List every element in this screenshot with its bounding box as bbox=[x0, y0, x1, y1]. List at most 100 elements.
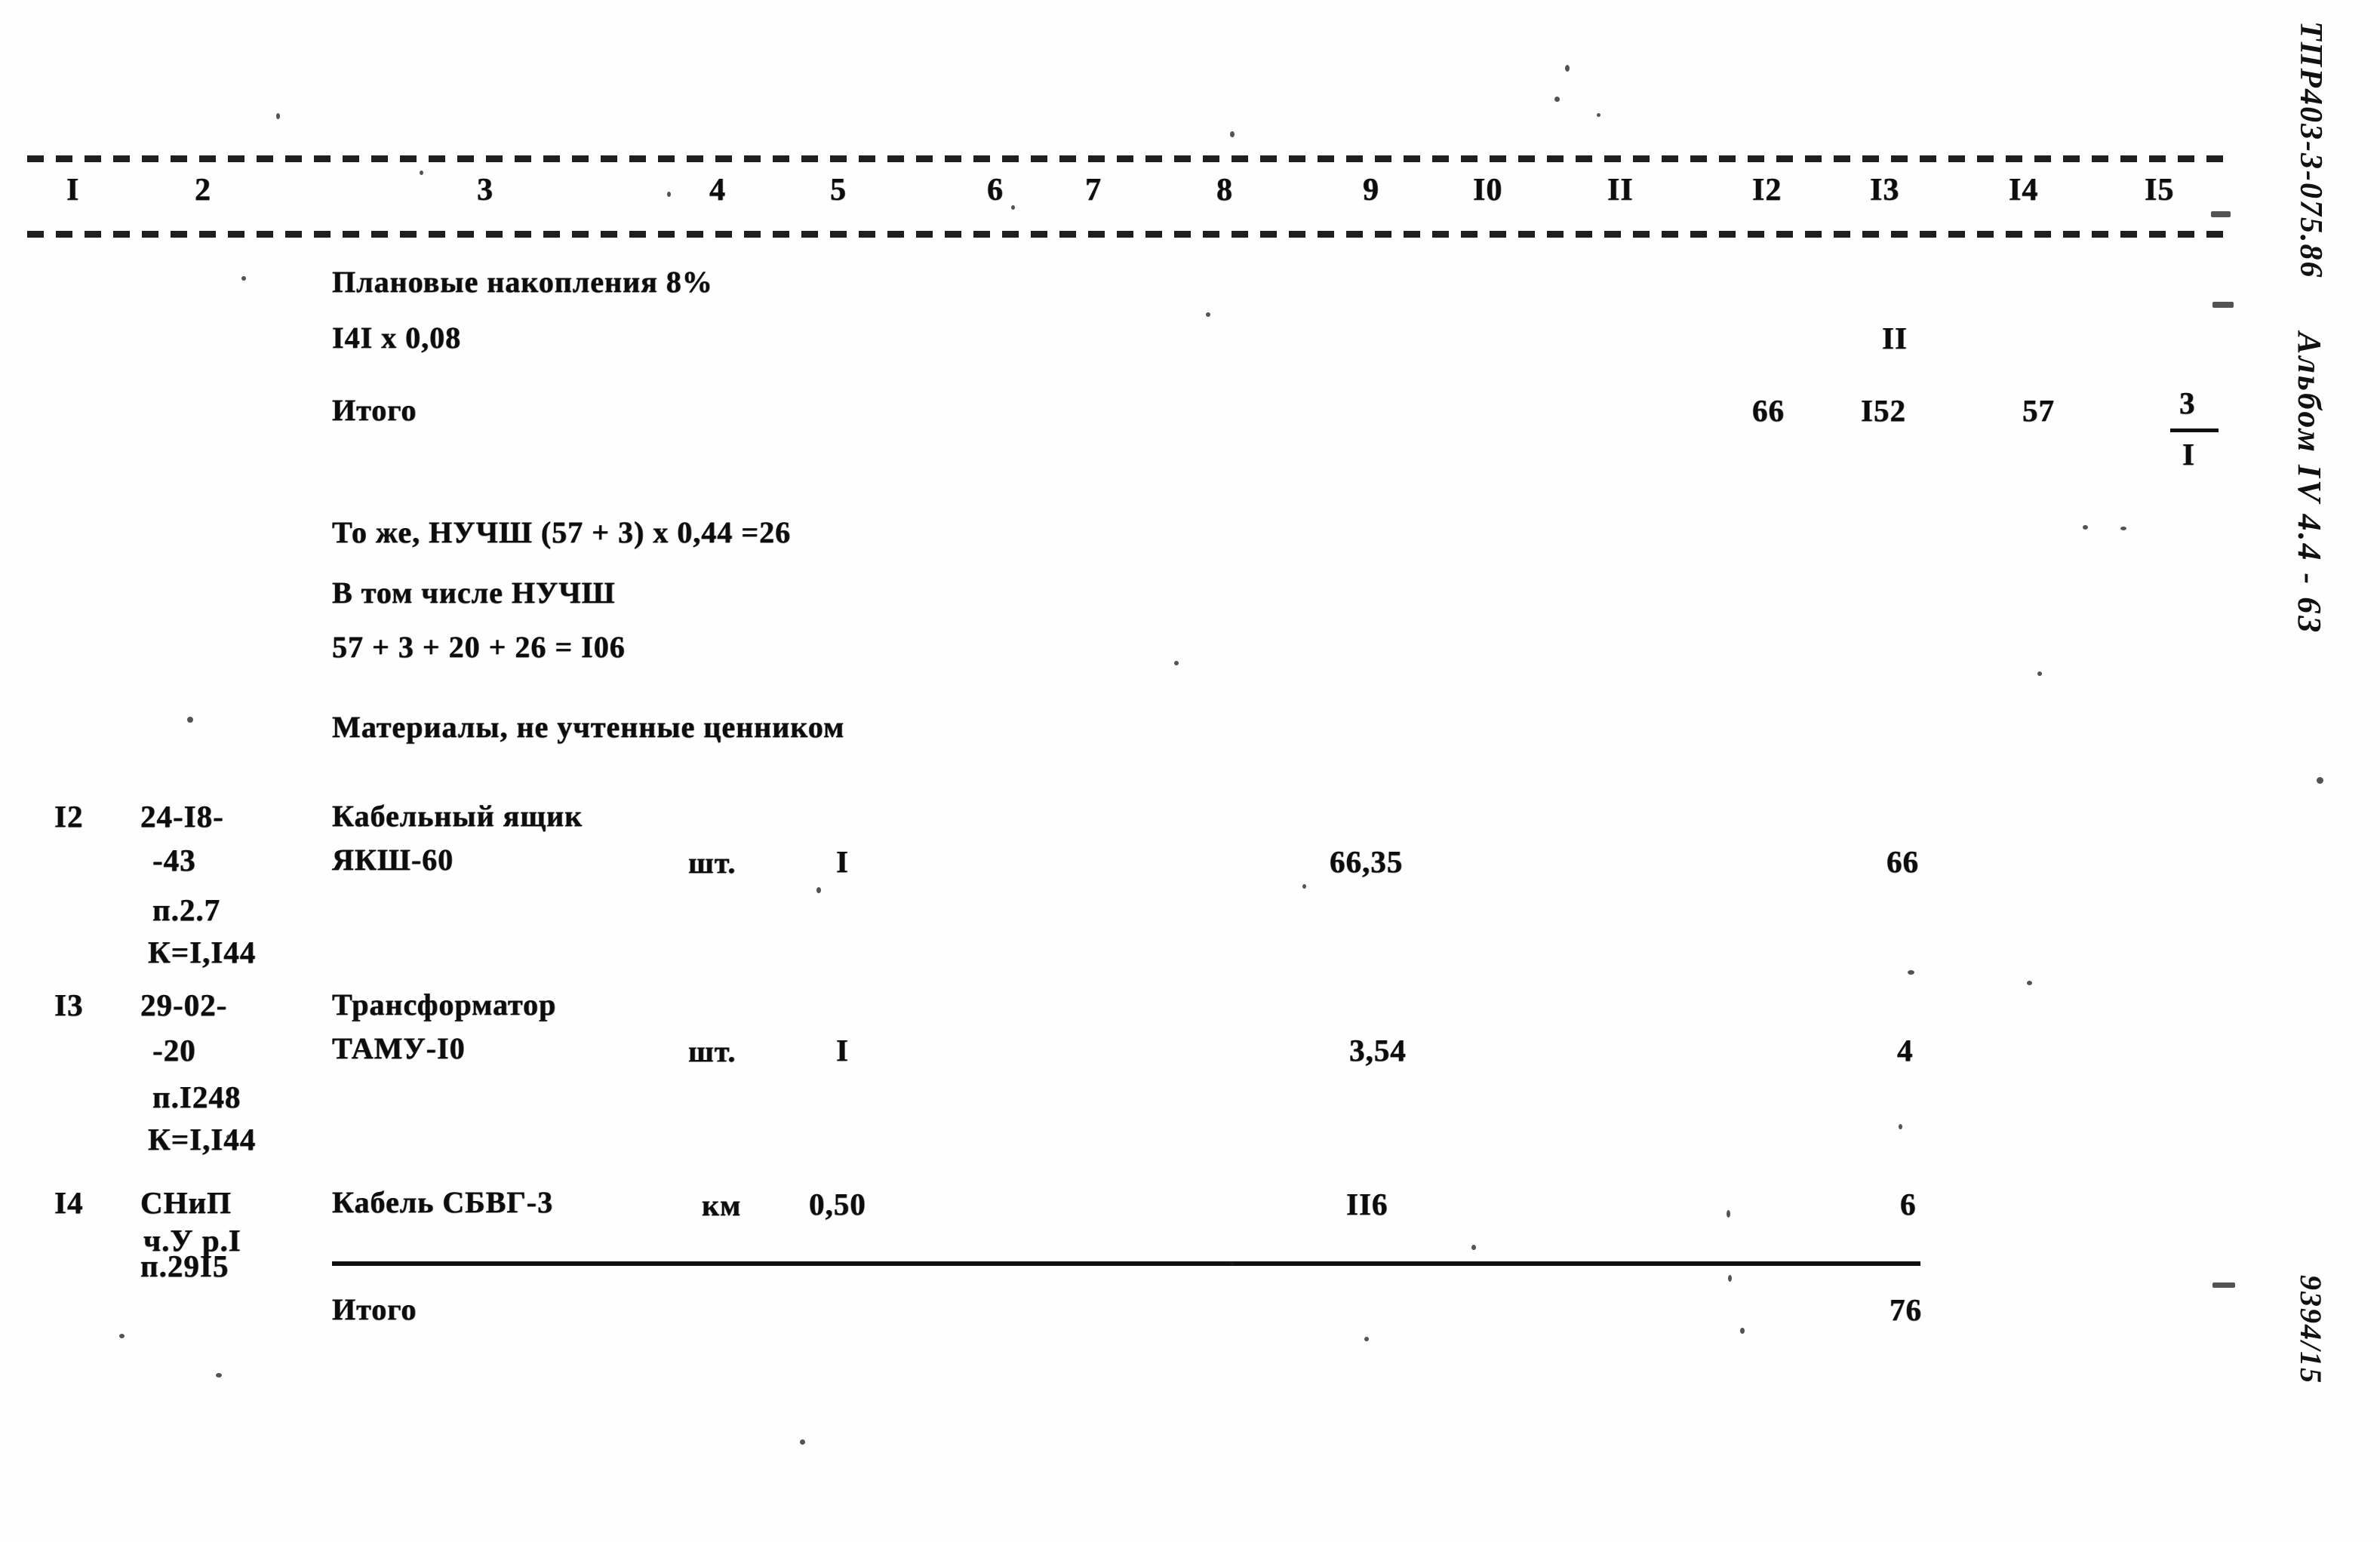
subtotal-col14: 57 bbox=[2022, 393, 2055, 428]
column-header-15: I5 bbox=[2145, 173, 2175, 207]
scan-speck bbox=[1565, 65, 1570, 72]
scan-speck bbox=[2317, 777, 2323, 784]
column-header-14: I4 bbox=[2009, 173, 2039, 207]
row-code-line: п.29I5 bbox=[140, 1249, 229, 1283]
note-unpriced-materials: Материалы, не учтенные ценником bbox=[332, 710, 845, 744]
row-code-line: -20 bbox=[152, 1033, 196, 1067]
row-unit: км bbox=[702, 1188, 742, 1222]
row-price: II6 bbox=[1346, 1187, 1388, 1221]
row-price: 3,54 bbox=[1349, 1033, 1407, 1067]
row-quantity: I bbox=[836, 1033, 849, 1067]
column-header-3: 3 bbox=[477, 173, 494, 207]
scan-speck bbox=[2083, 525, 2088, 530]
row-unit: шт. bbox=[688, 846, 736, 880]
row-total: 66 bbox=[1886, 844, 1919, 879]
margin-document-code: ТПР403-3-075.86 bbox=[2293, 21, 2328, 279]
row-code-line: 29-02- bbox=[140, 988, 228, 1022]
note-nuchsh-sum: 57 + 3 + 20 + 26 = I06 bbox=[332, 630, 626, 664]
scan-speck bbox=[1230, 131, 1235, 137]
column-header-10: I0 bbox=[1473, 173, 1503, 207]
row-code-line: К=I,I44 bbox=[148, 935, 257, 969]
column-header-9: 9 bbox=[1363, 173, 1379, 207]
scan-speck bbox=[2211, 211, 2231, 217]
header-top-dashed-rule bbox=[27, 155, 2229, 162]
scanned-estimate-page: I 2 3 4 5 6 7 8 9 I0 II I2 I3 I4 I5 План… bbox=[0, 0, 2380, 1542]
scan-speck bbox=[420, 170, 423, 175]
scan-speck bbox=[1899, 1124, 1902, 1129]
scan-speck bbox=[1728, 1275, 1732, 1282]
scan-speck bbox=[119, 1334, 125, 1338]
scan-speck bbox=[1908, 970, 1914, 975]
footer-total-value: 76 bbox=[1890, 1292, 1922, 1327]
note-same-nuchsh: То же, НУЧШ (57 + 3) х 0,44 =26 bbox=[332, 515, 792, 549]
subtotal-label: Итого bbox=[332, 393, 417, 427]
scan-speck bbox=[226, 1135, 231, 1139]
row-code-line: СНиП bbox=[140, 1185, 232, 1220]
materials-subtotal-rule bbox=[332, 1261, 1920, 1266]
scan-speck bbox=[216, 1373, 222, 1378]
column-header-11: II bbox=[1607, 173, 1634, 207]
scan-speck bbox=[1364, 1337, 1369, 1341]
column-header-5: 5 bbox=[830, 173, 847, 207]
row-code-line: п.2.7 bbox=[152, 892, 221, 927]
row-name-line: ТАМУ-I0 bbox=[332, 1031, 466, 1065]
scan-speck bbox=[276, 113, 280, 119]
fraction-bar bbox=[2170, 429, 2219, 432]
scan-speck bbox=[241, 276, 246, 281]
subtotal-col12: 66 bbox=[1752, 393, 1785, 428]
note-including-nuchsh: В том числе НУЧШ bbox=[332, 576, 616, 610]
scan-speck bbox=[2212, 1282, 2235, 1288]
row-position: I3 bbox=[54, 988, 84, 1022]
row-name-line: ЯКШ-60 bbox=[332, 843, 454, 877]
footer-total-label: Итого bbox=[332, 1292, 417, 1326]
scan-speck bbox=[187, 717, 193, 723]
row-quantity: 0,50 bbox=[809, 1187, 866, 1221]
subtotal-col15-denominator: I bbox=[2182, 437, 2195, 472]
scan-speck bbox=[2120, 527, 2126, 530]
margin-album-reference: Альбом IV 4.4 - 63 bbox=[2291, 332, 2328, 635]
column-header-8: 8 bbox=[1216, 173, 1233, 207]
scan-speck bbox=[1597, 113, 1601, 117]
scan-speck bbox=[1011, 205, 1015, 210]
header-bottom-dashed-rule bbox=[27, 231, 2229, 238]
row-name-line: Трансформатор bbox=[332, 988, 557, 1021]
row-position: I2 bbox=[54, 799, 84, 834]
note-planned-savings: Плановые накопления 8% bbox=[332, 265, 713, 299]
row-code-line: -43 bbox=[152, 843, 196, 877]
column-header-4: 4 bbox=[709, 173, 726, 207]
scan-speck bbox=[800, 1439, 805, 1445]
column-header-6: 6 bbox=[987, 173, 1004, 207]
row-unit: шт. bbox=[688, 1034, 736, 1068]
row-code-line: К=I,I44 bbox=[148, 1122, 257, 1156]
scan-speck bbox=[2037, 671, 2042, 676]
row-name-line: Кабельный ящик bbox=[332, 799, 583, 833]
row-code-line: 24-I8- bbox=[140, 799, 224, 834]
row-total: 4 bbox=[1897, 1033, 1914, 1067]
row-position: I4 bbox=[54, 1185, 84, 1220]
column-header-13: I3 bbox=[1870, 173, 1900, 207]
scan-speck bbox=[1727, 1210, 1730, 1218]
scan-speck bbox=[667, 192, 671, 197]
row-total: 6 bbox=[1900, 1187, 1917, 1221]
note-savings-col13: II bbox=[1882, 321, 1908, 355]
row-price: 66,35 bbox=[1330, 844, 1404, 879]
scan-speck bbox=[1740, 1328, 1745, 1334]
note-savings-formula: I4I x 0,08 bbox=[332, 321, 462, 355]
scan-speck bbox=[1174, 661, 1179, 665]
column-header-2: 2 bbox=[195, 173, 211, 207]
scan-speck bbox=[1554, 97, 1560, 102]
row-code-line: п.I248 bbox=[152, 1080, 241, 1114]
row-name-line: Кабель СБВГ-3 bbox=[332, 1185, 554, 1219]
scan-speck bbox=[2212, 302, 2234, 308]
scan-speck bbox=[1302, 884, 1306, 889]
scan-speck bbox=[1230, 1261, 1235, 1266]
scan-speck bbox=[1206, 312, 1210, 317]
column-header-12: I2 bbox=[1752, 173, 1782, 207]
subtotal-col15-numerator: 3 bbox=[2179, 386, 2196, 420]
scan-speck bbox=[816, 887, 821, 893]
column-header-1: I bbox=[66, 173, 80, 207]
row-quantity: I bbox=[836, 844, 849, 879]
margin-sequence-number: 9394/15 bbox=[2294, 1275, 2328, 1385]
column-header-7: 7 bbox=[1085, 173, 1102, 207]
subtotal-col13: I52 bbox=[1861, 393, 1906, 428]
